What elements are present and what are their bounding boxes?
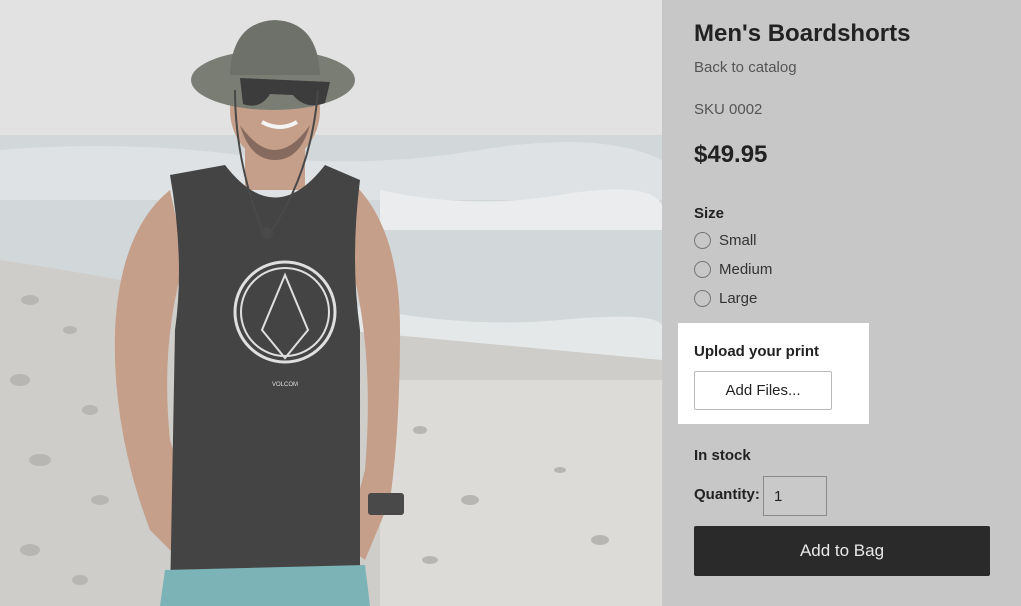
size-option-large[interactable]: Large (694, 290, 757, 307)
size-option-label: Large (719, 290, 758, 307)
quantity-label: Quantity: (694, 486, 760, 503)
add-files-button[interactable]: Add Files... (694, 371, 832, 410)
size-label: Size (694, 205, 725, 222)
size-option-label: Medium (719, 261, 773, 278)
radio-large[interactable] (694, 290, 711, 307)
product-price: $49.95 (694, 141, 768, 168)
add-to-bag-button[interactable]: Add to Bag (694, 526, 990, 576)
radio-medium[interactable] (694, 261, 711, 278)
product-title: Men's Boardshorts (694, 20, 911, 47)
stock-status: In stock (694, 447, 751, 464)
quantity-input[interactable] (763, 476, 827, 516)
upload-print-label: Upload your print (694, 343, 819, 360)
product-photo: VOLCOM (0, 0, 662, 606)
size-option-small[interactable]: Small (694, 232, 757, 249)
upload-print-section: Upload your print Add Files... (678, 323, 869, 424)
size-option-medium[interactable]: Medium (694, 261, 772, 278)
radio-small[interactable] (694, 232, 711, 249)
product-sku: SKU 0002 (694, 101, 763, 118)
back-to-catalog-link[interactable]: Back to catalog (694, 59, 797, 76)
size-option-label: Small (719, 232, 757, 249)
